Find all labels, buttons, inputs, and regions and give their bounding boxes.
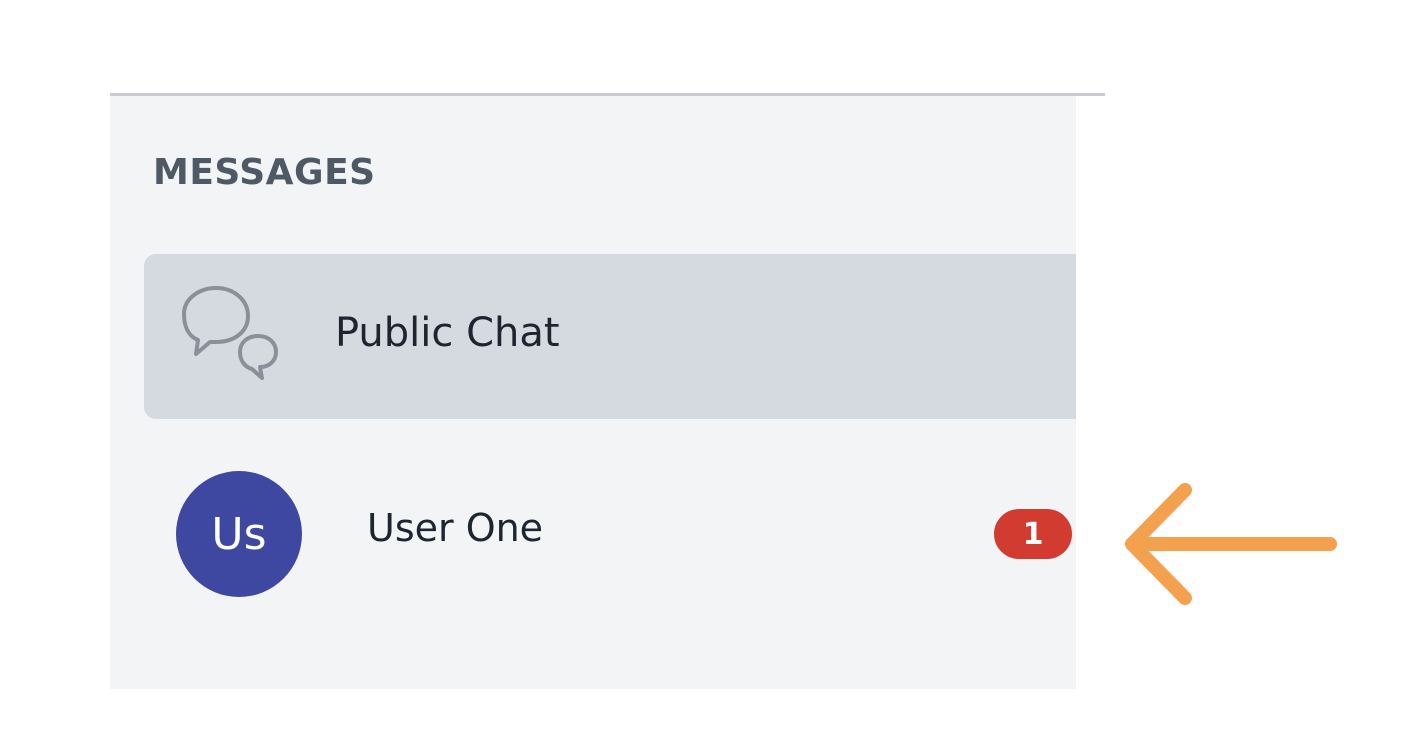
chat-bubbles-icon (182, 286, 278, 380)
screenshot-stage: MESSAGES Public Chat Us User One 1 (0, 0, 1412, 738)
conversation-public-chat[interactable]: Public Chat (144, 254, 1076, 419)
avatar: Us (176, 471, 302, 597)
arrow-left-icon (1125, 483, 1337, 605)
messages-heading: MESSAGES (153, 152, 376, 193)
unread-badge: 1 (994, 509, 1072, 559)
conversation-user-one[interactable]: Us User One 1 (144, 456, 1076, 606)
conversation-label: Public Chat (335, 310, 560, 356)
conversation-label: User One (367, 506, 544, 550)
messages-panel: MESSAGES Public Chat Us User One 1 (110, 96, 1076, 689)
